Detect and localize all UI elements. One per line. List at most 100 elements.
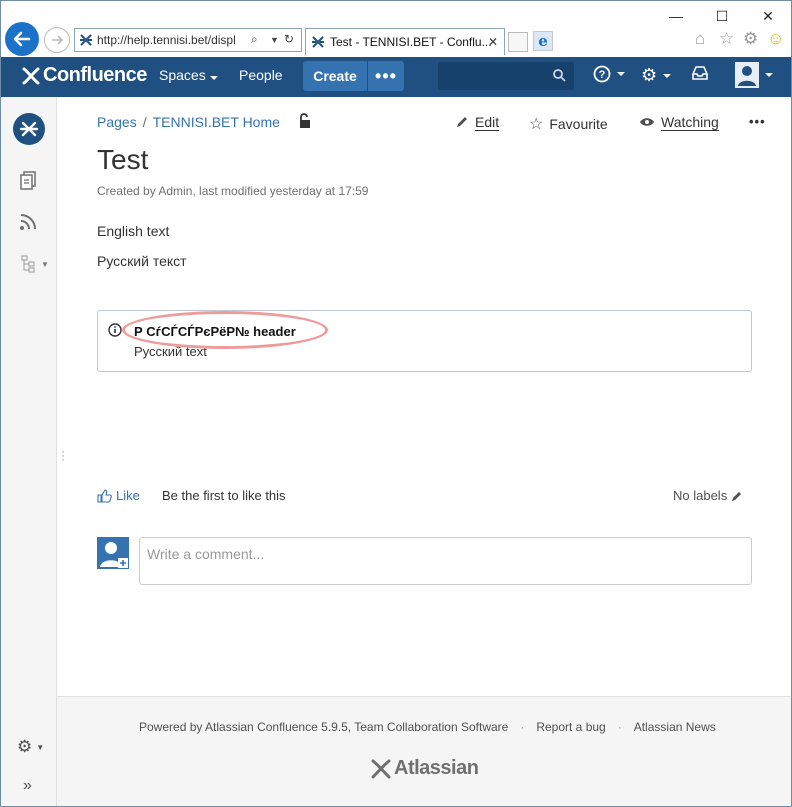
paragraph-russian: Русский текст [97,253,187,269]
atlassian-x-icon [371,759,391,778]
arrow-right-icon [52,35,64,45]
notifications-button[interactable] [691,65,709,81]
pages-icon[interactable] [19,171,37,191]
minimize-button[interactable]: — [653,3,699,29]
default-user-icon [100,542,128,568]
help-menu[interactable]: ? [593,65,625,83]
breadcrumb-space-home[interactable]: TENNISI.BET Home [153,114,280,130]
space-logo[interactable] [13,113,45,145]
sidebar-resize-handle[interactable]: · · · [61,445,65,465]
more-actions-button[interactable]: ••• [749,114,766,129]
help-icon: ? [593,65,611,83]
search-icon[interactable]: ⌕ [251,32,258,47]
gear-icon: ⚙ [641,65,658,85]
breadcrumb: Pages / TENNISI.BET Home [97,114,280,130]
atlassian-logo[interactable]: Atlassian [370,757,479,780]
edit-label: Edit [475,114,500,130]
atlassian-news-link[interactable]: Atlassian News [634,720,716,734]
pencil-icon [732,491,742,501]
thumbs-up-icon [97,488,112,503]
chevron-down-icon [765,73,773,77]
breadcrumb-pages[interactable]: Pages [97,114,137,130]
space-tools-menu[interactable]: ⚙ ▼ [17,737,44,757]
labels-label: No labels [673,488,728,503]
address-url[interactable]: http://help.tennisi.bet/displ [97,33,243,47]
create-button[interactable]: Create [303,61,367,91]
nav-people[interactable]: People [239,67,283,83]
unlocked-restrictions-icon[interactable] [298,113,312,129]
chevron-down-icon [617,72,625,76]
arrow-left-icon [13,31,31,47]
breadcrumb-separator: / [142,114,147,130]
home-icon[interactable]: ⌂ [695,29,705,49]
footer-links: Powered by Atlassian Confluence 5.9.5, T… [139,720,716,734]
nav-spaces-label: Spaces [159,67,206,83]
inbox-icon [692,66,708,80]
pencil-icon [457,117,467,127]
close-tab-icon[interactable]: ✕ [488,35,498,49]
address-dropdown-icon[interactable]: ▼ [270,35,279,45]
footer-separator: · [520,720,525,734]
brand-name: Confluence [43,64,147,86]
labels-section[interactable]: No labels [673,488,743,503]
refresh-icon[interactable]: ↻ [284,32,294,46]
edit-button[interactable]: Edit [455,114,499,130]
browser-chrome: — ☐ ✕ http://help.tennisi.bet/displ ⌕ ▼ … [1,1,791,57]
user-avatar-icon [735,62,759,88]
tab-title: Test - TENNISI.BET - Conflu... [330,35,492,49]
info-icon [108,323,122,337]
blog-rss-icon[interactable] [19,213,37,231]
favourite-button[interactable]: ☆ Favourite [529,114,608,134]
like-label: Like [116,488,140,503]
star-icon: ☆ [529,116,544,133]
report-bug-link[interactable]: Report a bug [536,720,605,734]
page-byline: Created by Admin, last modified yesterda… [97,184,369,198]
paragraph-english: English text [97,223,170,239]
chevron-down-icon [663,73,672,78]
address-bar[interactable]: http://help.tennisi.bet/displ ⌕ ▼ ↻ [74,28,302,52]
tennisi-logo-icon [19,121,39,137]
gear-icon: ⚙ [17,737,33,756]
expand-sidebar-icon[interactable]: » [23,777,32,795]
space-sidebar: ▼ ⚙ ▼ » [1,97,57,806]
app-header: Confluence Spaces People Create ••• ? ⚙ [1,57,791,97]
tab-active[interactable]: Test - TENNISI.BET - Conflu... ✕ [305,28,505,55]
watching-label: Watching [661,114,719,130]
user-menu[interactable] [735,62,773,88]
favourite-label: Favourite [549,116,608,132]
ie-icon[interactable]: e [533,31,553,51]
footer-separator: · [617,720,622,734]
create-more-button[interactable]: ••• [368,61,404,91]
page-tree-icon [21,255,35,273]
new-tab-button[interactable] [508,32,528,52]
powered-by-link[interactable]: Powered by Atlassian Confluence 5.9.5, T… [139,720,508,734]
close-window-button[interactable]: ✕ [745,3,791,29]
annotation-highlight-ellipse [122,311,328,349]
eye-icon [640,118,654,126]
nav-spaces[interactable]: Spaces [159,67,218,83]
confluence-x-icon [22,67,40,84]
comment-input[interactable]: Write a comment... [139,537,752,585]
tools-gear-icon[interactable]: ⚙ [743,29,758,49]
search-input[interactable] [438,62,574,90]
confluence-logo[interactable]: Confluence [21,64,147,87]
maximize-button[interactable]: ☐ [699,3,745,29]
commenter-avatar [97,537,129,569]
chevron-down-icon: ▼ [41,259,49,269]
svg-text:?: ? [599,69,606,81]
site-favicon-icon [80,34,92,46]
forward-button[interactable] [44,27,70,53]
page-footer: Powered by Atlassian Confluence 5.9.5, T… [57,696,791,806]
smiley-feedback-icon[interactable]: ☺ [767,29,784,49]
back-button[interactable] [5,22,39,56]
page-tree-toggle[interactable]: ▼ [21,255,49,273]
chevron-down-icon: ▼ [36,742,45,752]
watching-button[interactable]: Watching [639,114,719,130]
chevron-down-icon [209,76,218,80]
like-button[interactable]: Like [97,488,140,503]
settings-menu[interactable]: ⚙ [641,65,672,86]
page-title: Test [97,144,149,175]
favorites-star-icon[interactable]: ☆ [719,29,734,49]
info-macro-panel: Р СѓСЃСЃРєРёР№ header Русский text [97,310,752,372]
tab-favicon-icon [312,36,324,48]
